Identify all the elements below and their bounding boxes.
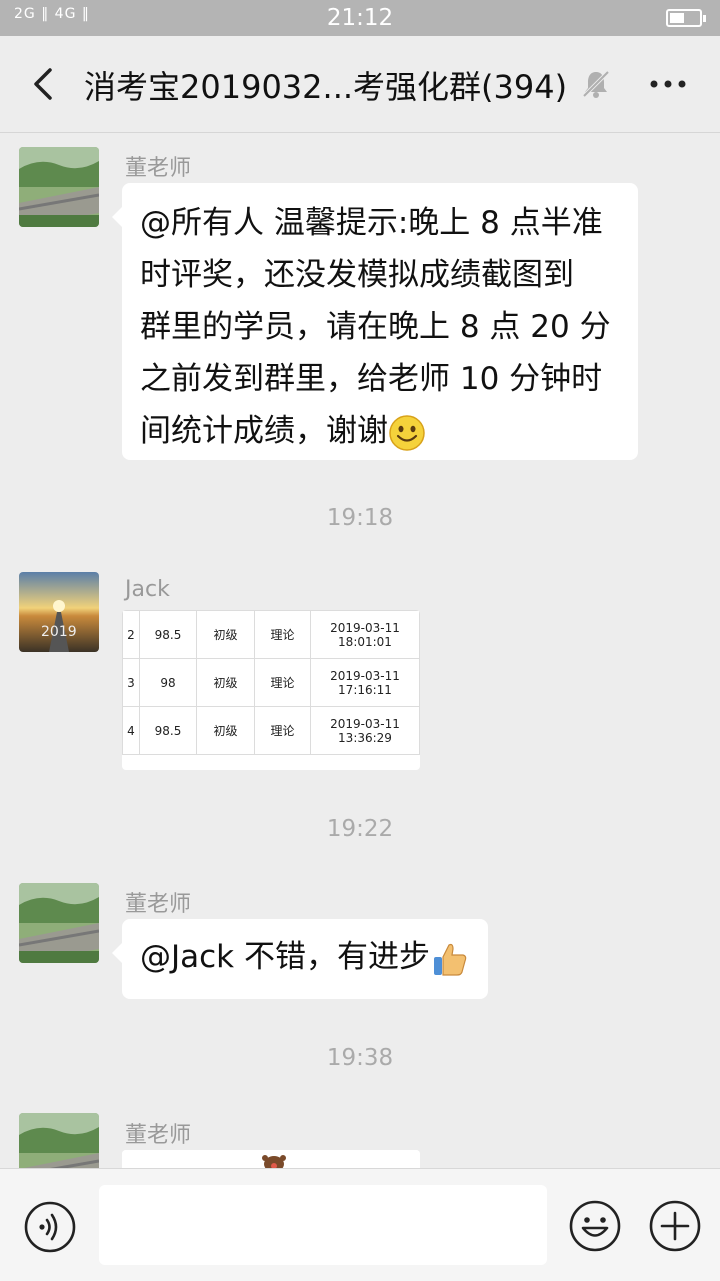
status-time: 21:12 — [326, 5, 394, 31]
sender-name: 董老师 — [125, 1123, 192, 1148]
sender-name: 董老师 — [125, 156, 192, 181]
table-cell: 98.5 — [139, 610, 197, 659]
message-text: @Jack 不错，有进步 — [140, 939, 430, 975]
message-line: 间统计成绩，谢谢 — [140, 405, 620, 457]
table-cell: 理论 — [254, 610, 311, 659]
message-line: 群里的学员，请在晚上 8 点 20 分 — [140, 309, 611, 345]
message-bubble[interactable]: @所有人 温馨提示:晚上 8 点半准 时评奖，还没发模拟成绩截图到 群里的学员，… — [112, 183, 638, 460]
time-divider: 19:18 — [326, 505, 394, 531]
table-cell: 2019-03-11 17:16:11 — [310, 658, 420, 707]
table-cell: 4 — [122, 706, 140, 755]
message-input[interactable] — [99, 1185, 547, 1265]
more-icon[interactable] — [646, 66, 690, 102]
image-message[interactable] — [122, 1150, 420, 1168]
avatar[interactable] — [19, 1113, 99, 1168]
message-line: 之前发到群里，给老师 10 分钟时 — [140, 361, 603, 397]
table-cell: 2019-03-11 13:36:29 — [310, 706, 420, 755]
table-row: 2 98.5 初级 理论 2019-03-11 18:01:01 — [122, 610, 420, 659]
table-cell: 2 — [122, 610, 140, 659]
back-icon[interactable] — [28, 64, 62, 104]
input-bar — [0, 1168, 720, 1281]
message-line: 时评奖，还没发模拟成绩截图到 — [140, 257, 574, 293]
mute-bell-icon — [582, 70, 610, 98]
image-message[interactable]: 2 98.5 初级 理论 2019-03-11 18:01:01 3 98 初级 … — [122, 610, 420, 770]
status-bar: 2G ‖ 4G ‖ 21:12 — [0, 0, 720, 36]
table-cell: 初级 — [196, 610, 255, 659]
time-divider: 19:38 — [326, 1045, 394, 1071]
smile-emoji — [389, 414, 425, 451]
table-row: 4 98.5 初级 理论 2019-03-11 13:36:29 — [122, 706, 420, 755]
table-cell: 98 — [139, 658, 197, 707]
plus-icon[interactable] — [648, 1199, 702, 1253]
score-table: 2 98.5 初级 理论 2019-03-11 18:01:01 3 98 初级 … — [122, 610, 420, 755]
emoji-icon[interactable] — [568, 1199, 622, 1253]
sender-name: 董老师 — [125, 892, 192, 917]
message-list[interactable]: 董老师 @所有人 温馨提示:晚上 8 点半准 时评奖，还没发模拟成绩截图到 群里… — [0, 133, 720, 1168]
table-row: 3 98 初级 理论 2019-03-11 17:16:11 — [122, 658, 420, 707]
table-cell: 初级 — [196, 706, 255, 755]
table-cell: 初级 — [196, 658, 255, 707]
chat-header: 消考宝2019032...考强化群(394) — [0, 36, 720, 133]
table-cell: 理论 — [254, 658, 311, 707]
avatar[interactable] — [19, 883, 99, 963]
svg-text:2019: 2019 — [41, 624, 77, 640]
sender-name: Jack — [125, 577, 170, 602]
chat-title[interactable]: 消考宝2019032...考强化群(394) — [84, 62, 567, 108]
table-cell: 3 — [122, 658, 140, 707]
avatar[interactable]: 2019 — [19, 572, 99, 652]
table-cell: 98.5 — [139, 706, 197, 755]
message-line: @所有人 温馨提示:晚上 8 点半准 — [140, 205, 603, 241]
table-cell: 2019-03-11 18:01:01 — [310, 610, 420, 659]
battery-icon — [666, 9, 706, 27]
message-bubble[interactable]: @Jack 不错，有进步 — [112, 919, 488, 999]
time-divider: 19:22 — [326, 816, 394, 842]
avatar[interactable] — [19, 147, 99, 227]
sticker-image — [122, 1150, 420, 1168]
table-cell: 理论 — [254, 706, 311, 755]
voice-icon[interactable] — [23, 1200, 77, 1254]
thumbs-up-emoji — [434, 943, 467, 976]
